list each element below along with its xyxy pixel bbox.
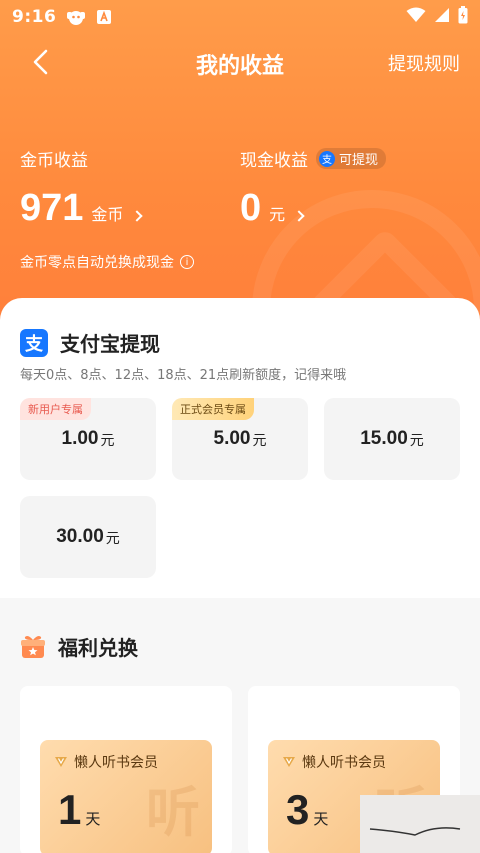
wifi-icon [406,7,426,28]
vip-v-icon [54,756,68,768]
vip-days-value: 1 [58,786,82,833]
vip-ticket: 听 懒人听书会员 1 天 [40,740,212,853]
amount-option-15[interactable]: 15.00 元 [324,398,460,480]
amount-unit: 元 [105,531,120,547]
amount-value: 15.00 [360,428,408,449]
alipay-logo-icon: 支 [20,328,48,357]
amount-option-5[interactable]: 正式会员专属 5.00 元 [172,398,308,480]
new-user-tag: 新用户专属 [20,398,91,420]
info-icon: i [180,255,194,269]
amount-value: 30.00 [56,526,104,547]
withdrawable-badge-text: 可提现 [339,153,379,168]
alipay-section-title: 支付宝提现 [60,332,160,356]
vip-name: 懒人听书会员 [74,755,158,771]
welfare-section-header: 福利兑换 [20,632,138,661]
amount-value: 5.00 [213,428,251,449]
alipay-section-subtitle: 每天0点、8点、12点、18点、21点刷新额度，记得来哦 [20,368,347,383]
welfare-section-title: 福利兑换 [58,636,138,660]
vip-member-tag: 正式会员专属 [172,398,254,420]
app-dog-icon [66,8,86,26]
status-bar: 9:16 [0,0,480,34]
coin-earnings-label: 金币收益 [20,151,88,171]
alipay-icon: 支 [319,150,335,167]
status-time: 9:16 [12,7,57,27]
amount-unit: 元 [100,433,115,449]
amount-option-1[interactable]: 新用户专属 1.00 元 [20,398,156,480]
withdraw-rules-link[interactable]: 提现规则 [388,50,460,76]
app-store-icon [96,9,112,25]
amount-unit: 元 [252,433,267,449]
auto-exchange-note[interactable]: 金币零点自动兑换成现金 i [20,252,194,272]
floating-thumbnail[interactable] [360,795,480,853]
vip-days-unit: 天 [85,810,101,828]
auto-exchange-text: 金币零点自动兑换成现金 [20,255,174,271]
listen-watermark: 听 [146,781,200,844]
chevron-right-icon [293,210,305,222]
coin-earnings-unit: 金币 [91,205,124,224]
gift-icon [20,634,46,660]
vip-card-1-day[interactable]: 听 懒人听书会员 1 天 [20,686,232,853]
alipay-withdraw-card: 支 支付宝提现 每天0点、8点、12点、18点、21点刷新额度，记得来哦 新用户… [0,298,480,598]
nav-bar: 我的收益 提现规则 [0,40,480,84]
cash-earnings-label: 现金收益 [240,151,308,171]
battery-icon [458,5,468,29]
coin-earnings[interactable]: 金币收益 971 金币 [20,146,144,230]
cash-earnings-unit: 元 [269,205,286,224]
alipay-section-header: 支 支付宝提现 [20,328,160,357]
coin-earnings-value: 971 [20,187,84,229]
amount-unit: 元 [409,433,424,449]
signal-icon [434,7,450,28]
vip-days-unit: 天 [313,810,329,828]
chevron-right-icon [131,210,144,222]
cash-earnings-value: 0 [240,187,262,229]
amount-value: 1.00 [61,428,99,449]
vip-v-icon [282,756,296,768]
vip-name: 懒人听书会员 [302,755,386,771]
withdrawable-badge: 支 可提现 [316,148,387,169]
vip-days-value: 3 [286,786,310,833]
cash-earnings[interactable]: 现金收益 支 可提现 0 元 [240,146,387,230]
amount-option-30[interactable]: 30.00 元 [20,496,156,578]
